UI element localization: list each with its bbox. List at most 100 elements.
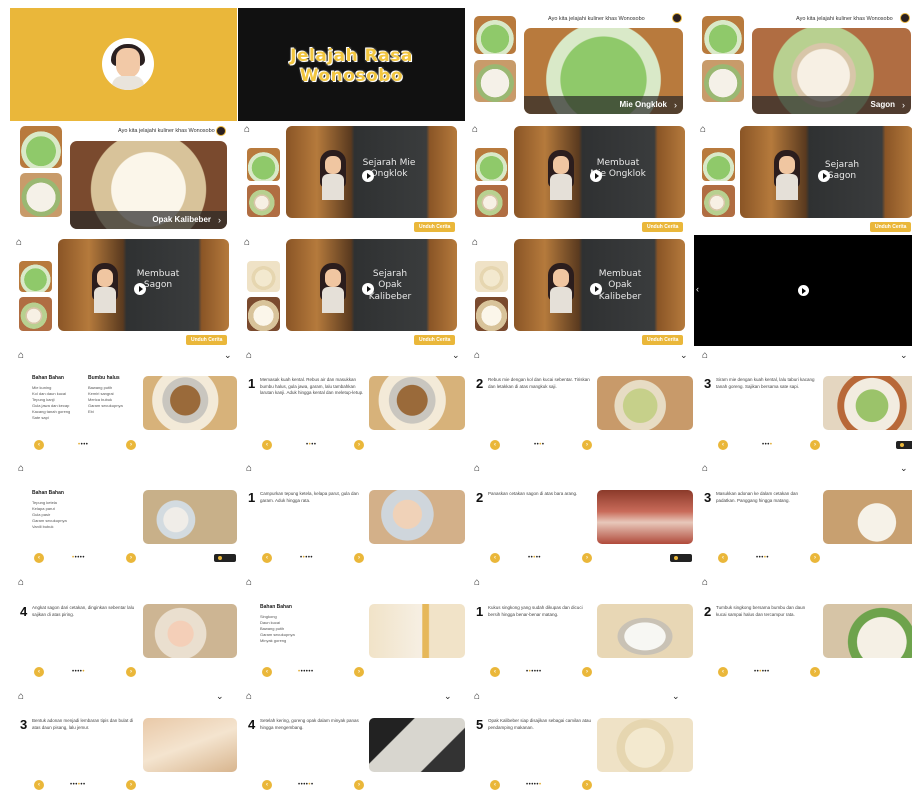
home-icon[interactable]: ⌂ [474, 692, 480, 702]
side-thumb[interactable] [247, 261, 280, 292]
prev-button[interactable]: ‹ [262, 440, 272, 450]
chevron-down-icon[interactable]: ⌄ [680, 351, 688, 360]
chevron-down-icon[interactable]: ⌄ [900, 351, 908, 360]
home-icon[interactable]: ⌂ [18, 692, 24, 702]
next-button[interactable]: › [126, 667, 136, 677]
home-icon[interactable]: ⌂ [472, 238, 478, 248]
home-icon[interactable]: ⌂ [246, 464, 252, 474]
next-button[interactable]: › [354, 780, 364, 790]
prev-button[interactable]: ‹ [490, 553, 500, 563]
video-player[interactable]: Membuat Sagon [58, 239, 229, 331]
side-thumb[interactable] [19, 261, 52, 292]
side-thumb[interactable] [475, 297, 508, 331]
chevron-down-icon[interactable]: ⌄ [444, 692, 452, 701]
video-player[interactable]: Membuat Opak Kalibeber [514, 239, 685, 331]
hero-card-mie[interactable]: Mie Ongklok › [524, 28, 683, 114]
home-icon[interactable]: ⌂ [474, 464, 480, 474]
play-icon[interactable] [590, 170, 602, 182]
finish-toggle[interactable] [670, 554, 692, 562]
home-icon[interactable]: ⌂ [18, 578, 24, 588]
next-button[interactable]: › [354, 440, 364, 450]
home-icon[interactable]: ⌂ [702, 464, 708, 474]
menu-thumb-mie[interactable] [702, 16, 744, 54]
video-player[interactable]: Sejarah Mie Ongklok [286, 126, 457, 218]
home-icon[interactable]: ⌂ [18, 464, 24, 474]
home-icon[interactable]: ⌂ [472, 125, 478, 135]
finish-toggle[interactable] [214, 554, 236, 562]
download-button[interactable]: Unduh Cerita [642, 335, 684, 345]
next-button[interactable]: › [810, 553, 820, 563]
video-player[interactable]: Sejarah Sagon [740, 126, 912, 218]
home-icon[interactable]: ⌂ [700, 125, 706, 135]
home-icon[interactable]: ⌂ [246, 351, 252, 361]
chevron-down-icon[interactable]: ⌄ [452, 351, 460, 360]
prev-button[interactable]: ‹ [34, 667, 44, 677]
prev-button[interactable]: ‹ [262, 780, 272, 790]
side-thumb[interactable] [475, 185, 508, 217]
prev-button[interactable]: ‹ [490, 440, 500, 450]
prev-button[interactable]: ‹ [262, 553, 272, 563]
next-button[interactable]: › [582, 667, 592, 677]
play-icon[interactable] [798, 285, 809, 296]
next-button[interactable]: › [126, 553, 136, 563]
menu-thumb-mie[interactable] [474, 16, 516, 54]
chevron-down-icon[interactable]: ⌄ [900, 464, 908, 473]
next-button[interactable]: › [354, 667, 364, 677]
hero-card-opak[interactable]: Opak Kalibeber › [70, 141, 227, 229]
menu-thumb-sagon[interactable] [702, 60, 744, 102]
home-icon[interactable]: ⌂ [474, 578, 480, 588]
play-icon[interactable] [590, 283, 602, 295]
menu-thumb-sagon[interactable] [20, 173, 62, 217]
play-icon[interactable] [134, 283, 146, 295]
prev-button[interactable]: ‹ [490, 780, 500, 790]
chevron-down-icon[interactable]: ⌄ [224, 351, 232, 360]
video-fullscreen[interactable]: ‹ [694, 235, 912, 346]
next-button[interactable]: › [126, 440, 136, 450]
menu-thumb-mie[interactable] [20, 126, 62, 168]
home-icon[interactable]: ⌂ [702, 578, 708, 588]
download-button[interactable]: Unduh Cerita [186, 335, 228, 345]
home-icon[interactable]: ⌂ [244, 125, 250, 135]
hero-card-sagon[interactable]: Sagon › [752, 28, 911, 114]
prev-button[interactable]: ‹ [34, 440, 44, 450]
side-thumb[interactable] [19, 297, 52, 331]
home-icon[interactable]: ⌂ [244, 238, 250, 248]
side-thumb[interactable] [247, 185, 280, 217]
home-icon[interactable]: ⌂ [702, 351, 708, 361]
prev-button[interactable]: ‹ [718, 553, 728, 563]
play-icon[interactable] [362, 170, 374, 182]
play-icon[interactable] [818, 170, 830, 182]
download-button[interactable]: Unduh Cerita [414, 222, 456, 232]
home-icon[interactable]: ⌂ [474, 351, 480, 361]
play-icon[interactable] [362, 283, 374, 295]
menu-thumb-sagon[interactable] [474, 60, 516, 102]
chevron-down-icon[interactable]: ⌄ [216, 692, 224, 701]
finish-toggle[interactable] [896, 441, 912, 449]
side-thumb[interactable] [247, 297, 280, 331]
chevron-left-icon[interactable]: ‹ [696, 285, 699, 294]
next-button[interactable]: › [810, 440, 820, 450]
next-button[interactable]: › [582, 780, 592, 790]
chevron-down-icon[interactable]: ⌄ [672, 692, 680, 701]
prev-button[interactable]: ‹ [34, 553, 44, 563]
home-icon[interactable]: ⌂ [246, 578, 252, 588]
home-icon[interactable]: ⌂ [16, 238, 22, 248]
download-button[interactable]: Unduh Cerita [642, 222, 684, 232]
side-thumb[interactable] [702, 185, 735, 217]
next-button[interactable]: › [126, 780, 136, 790]
next-button[interactable]: › [810, 667, 820, 677]
prev-button[interactable]: ‹ [718, 667, 728, 677]
home-icon[interactable]: ⌂ [246, 692, 252, 702]
video-player[interactable]: Membuat Mie Ongklok [514, 126, 685, 218]
download-button[interactable]: Unduh Cerita [870, 222, 912, 232]
next-button[interactable]: › [582, 440, 592, 450]
side-thumb[interactable] [475, 148, 508, 181]
side-thumb[interactable] [475, 261, 508, 292]
prev-button[interactable]: ‹ [34, 780, 44, 790]
video-player[interactable]: Sejarah Opak Kalibeber [286, 239, 457, 331]
next-button[interactable]: › [582, 553, 592, 563]
prev-button[interactable]: ‹ [718, 440, 728, 450]
prev-button[interactable]: ‹ [490, 667, 500, 677]
next-button[interactable]: › [354, 553, 364, 563]
side-thumb[interactable] [702, 148, 735, 181]
